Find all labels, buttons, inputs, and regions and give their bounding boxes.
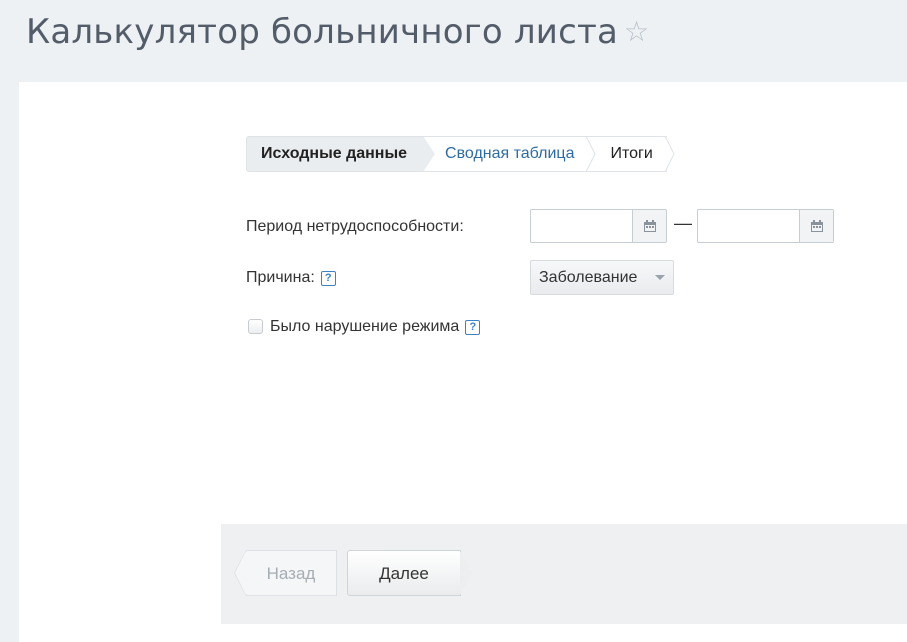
chevron-down-icon <box>655 275 665 280</box>
page-title-text: Калькулятор больничного листа <box>26 12 619 52</box>
main-content: Исходные данные Сводная таблица Итоги Пе… <box>19 82 907 642</box>
violation-help-icon[interactable]: ? <box>465 320 481 335</box>
period-from-input[interactable] <box>530 209 667 243</box>
page-header: Калькулятор больничного листа ☆ <box>0 0 907 80</box>
step-chevron-icon <box>664 136 675 172</box>
calendar-icon <box>810 219 823 232</box>
step-source-data[interactable]: Исходные данные <box>246 136 436 172</box>
reason-label: Причина: <box>246 269 315 286</box>
calendar-icon <box>643 219 656 232</box>
period-separator: — <box>674 213 692 233</box>
wizard-footer: Назад Далее <box>221 524 907 624</box>
wizard-steps: Исходные данные Сводная таблица Итоги <box>246 136 675 172</box>
step-results[interactable]: Итоги <box>588 136 675 172</box>
period-label: Период нетрудоспособности: <box>246 218 464 235</box>
calendar-button-to[interactable] <box>799 210 833 242</box>
violation-checkbox[interactable] <box>248 319 263 334</box>
reason-help-icon[interactable]: ? <box>320 271 336 286</box>
violation-label[interactable]: Было нарушение режима <box>270 318 459 335</box>
step-results-label: Итоги <box>610 145 653 162</box>
reason-select[interactable]: Заболевание <box>530 260 674 295</box>
back-button[interactable]: Назад <box>234 550 337 596</box>
star-icon[interactable]: ☆ <box>624 15 649 48</box>
violation-label-row: Было нарушение режима? <box>270 318 481 336</box>
next-button[interactable]: Далее <box>347 550 472 596</box>
step-summary-table-label: Сводная таблица <box>445 145 575 162</box>
step-summary-table[interactable]: Сводная таблица <box>423 136 597 172</box>
calendar-button-from[interactable] <box>632 210 666 242</box>
reason-label-row: Причина:? <box>246 269 336 287</box>
reason-selected-value: Заболевание <box>539 269 638 286</box>
period-to-input[interactable] <box>697 209 834 243</box>
page-title: Калькулятор больничного листа ☆ <box>26 12 649 52</box>
